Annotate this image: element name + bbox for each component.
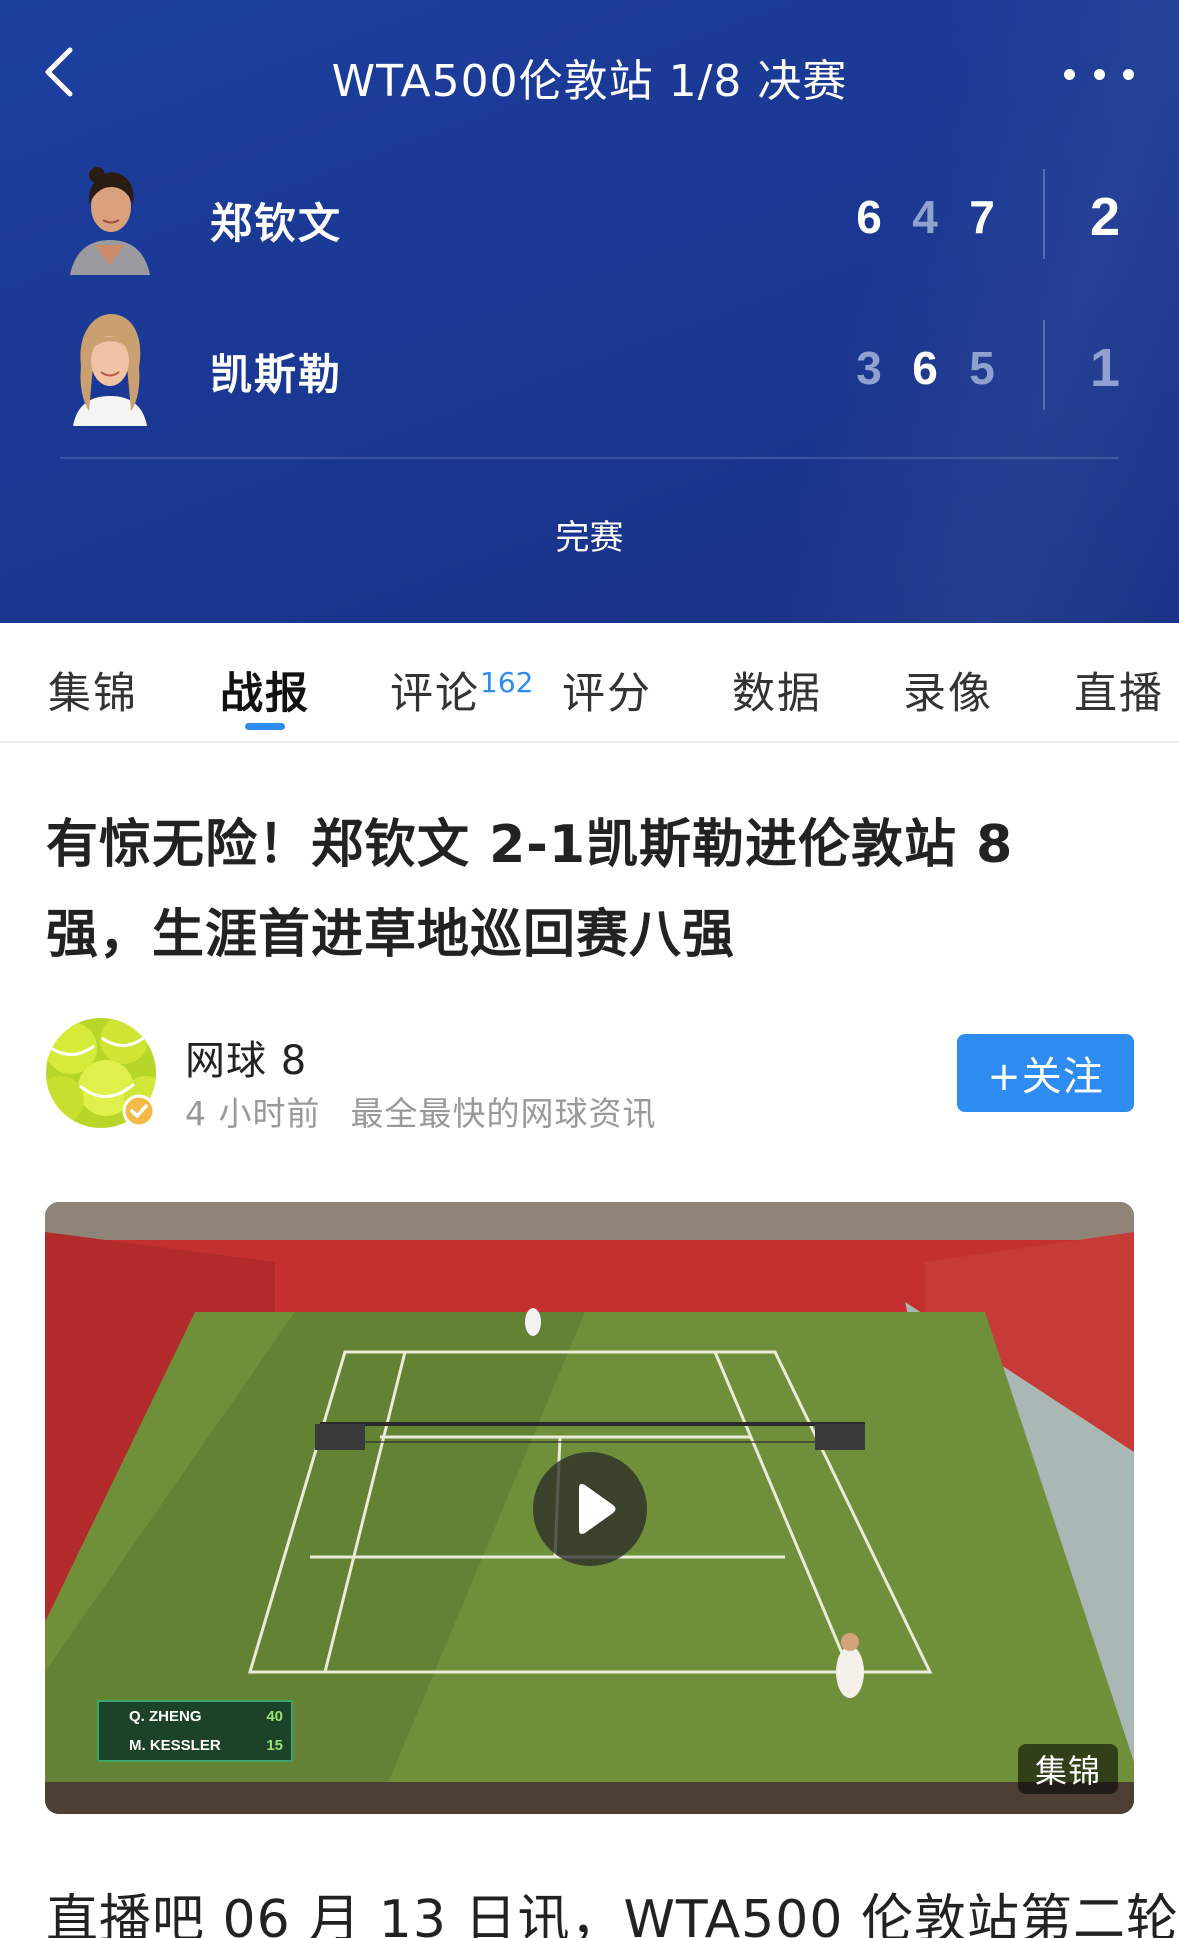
publish-time: 4 小时前 [185,1094,321,1133]
article-headline: 有惊无险！郑钦文 2-1凯斯勒进伦敦站 8 强，生涯首进草地巡回赛八强 [46,815,1014,965]
tab-live[interactable]: 直播 [1074,659,1164,721]
set-score: 6 [912,342,938,394]
tab-stats[interactable]: 数据 [732,659,822,721]
sets-won: 1 [1089,338,1121,398]
tab-highlights[interactable]: 集锦 [48,659,138,721]
match-status: 完赛 [555,518,624,558]
player-name: 郑钦文 [210,199,343,248]
set-score: 6 [856,191,882,243]
tab-comments[interactable]: 评论162 [390,659,533,721]
video-tag: 集锦 [1018,1744,1118,1794]
author-description: 最全最快的网球资讯 [350,1094,657,1133]
tab-report[interactable]: 战报 [220,659,310,721]
score-divider [1043,320,1045,410]
sets-won: 2 [1089,187,1121,247]
tab-comments-label: 评论 [390,669,480,719]
tab-ratings[interactable]: 评分 [562,659,652,721]
author-avatar[interactable] [46,1018,156,1128]
player-name: 凯斯勒 [210,350,343,399]
highlight-video[interactable]: Q. ZHENG 40 M. KESSLER 15 集锦 [45,1202,1134,1814]
verified-badge-icon [122,1094,156,1128]
set-score: 4 [912,191,938,243]
more-button[interactable] [1064,58,1134,90]
score-divider [1043,169,1045,259]
article-body: 直播吧 06 月 13 日讯，WTA500 伦敦站第二轮， [46,1890,1179,1938]
match-header: WTA500伦敦站 1/8 决赛 郑钦文 6 4 7 2 凯斯勒 3 6 5 1… [0,0,1179,623]
tab-bar: 集锦 战报 评论162 评分 数据 录像 直播 [0,623,1179,743]
set-score: 7 [969,191,995,243]
follow-button[interactable]: +关注 [957,1034,1134,1112]
header-divider [60,457,1119,459]
player-avatar [65,306,155,426]
author-name[interactable]: 网球 8 [185,1028,307,1086]
author-meta: 4 小时前 最全最快的网球资讯 [185,1087,657,1135]
page-title: WTA500伦敦站 1/8 决赛 [331,56,848,107]
play-icon [579,1484,616,1534]
active-tab-indicator [245,723,285,730]
player-row-kessler[interactable]: 凯斯勒 3 6 5 1 [0,306,1179,426]
tv-scorebug: Q. ZHENG 40 M. KESSLER 15 [97,1700,293,1762]
set-score: 5 [969,342,995,394]
tab-replay[interactable]: 录像 [903,659,993,721]
more-dots-icon [1064,68,1075,80]
play-button[interactable] [533,1452,647,1566]
set-score: 3 [856,342,882,394]
player-row-zheng[interactable]: 郑钦文 6 4 7 2 [0,155,1179,275]
comment-count-badge: 162 [480,666,534,699]
scorebug-row: Q. ZHENG 40 [129,1708,283,1725]
scorebug-row: M. KESSLER 15 [129,1737,283,1754]
player-avatar [65,155,155,275]
